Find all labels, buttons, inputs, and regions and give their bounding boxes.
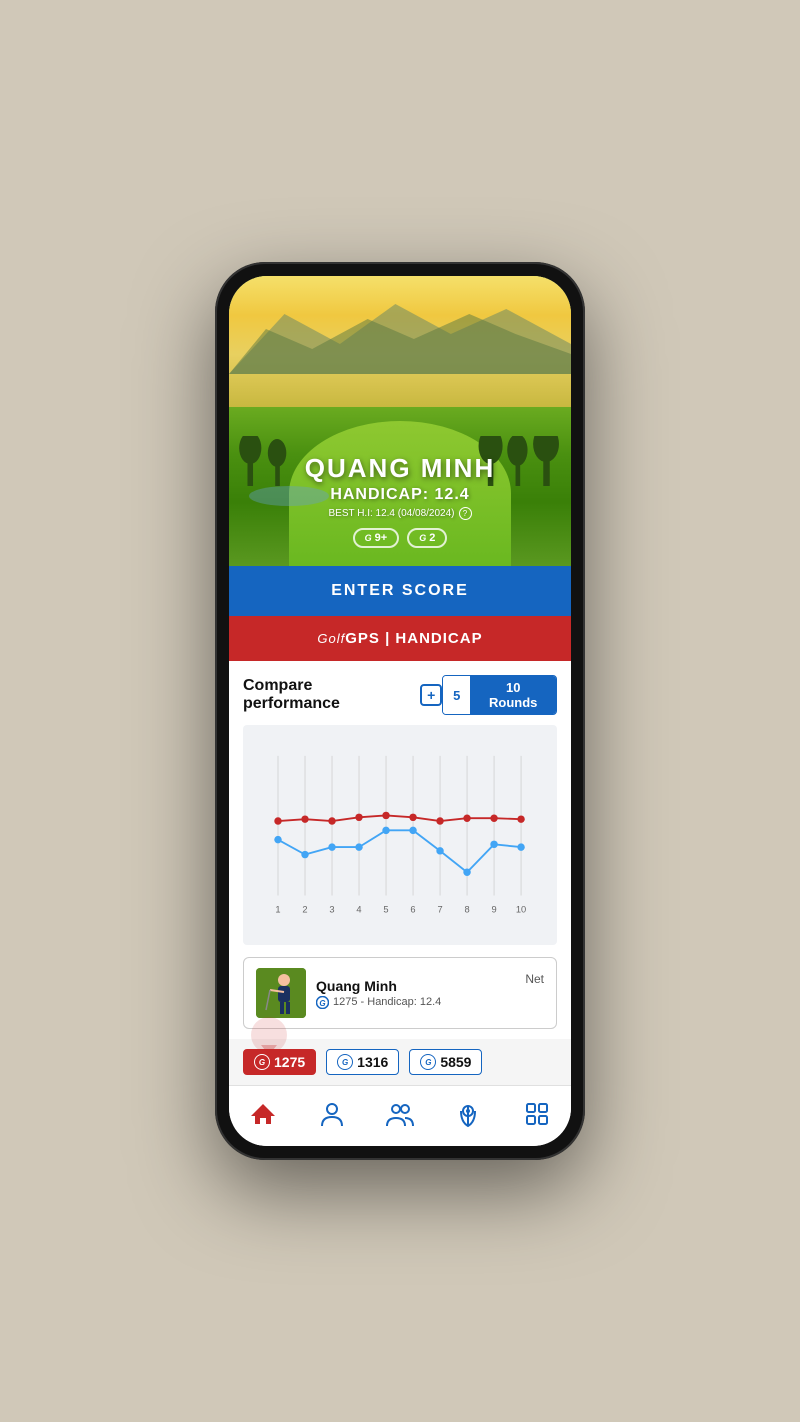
svg-text:3: 3	[329, 904, 334, 914]
player-avatar	[256, 968, 306, 1018]
svg-text:2: 2	[302, 904, 307, 914]
svg-text:7: 7	[437, 904, 442, 914]
badge-icon-g1: G	[365, 533, 372, 543]
badges-row: G 9+ G 2	[305, 528, 495, 548]
grid-icon	[523, 1100, 551, 1128]
gps-label-text: GPS | HANDICAP	[345, 630, 482, 647]
score-chip-1[interactable]: G 1275	[243, 1049, 316, 1075]
svg-text:9: 9	[491, 904, 496, 914]
score-chip-3[interactable]: G 5859	[409, 1049, 482, 1075]
svg-text:4: 4	[356, 904, 361, 914]
rounds-5-button[interactable]: 5	[443, 676, 470, 714]
nav-location[interactable]	[446, 1096, 490, 1132]
compare-title: Compare performance +	[243, 677, 442, 713]
svg-text:6: 6	[410, 904, 415, 914]
g-icon-small: G	[316, 996, 329, 1009]
svg-text:5: 5	[383, 904, 388, 914]
handicap-label: HANDICAP: 12.4	[305, 486, 495, 504]
rounds-toggle: 5 10 Rounds	[442, 675, 557, 715]
nav-home[interactable]	[241, 1096, 285, 1132]
nav-grid[interactable]	[515, 1096, 559, 1132]
location-icon	[454, 1100, 482, 1128]
card-player-detail: G 1275 - Handicap: 12.4	[316, 996, 515, 1009]
score-icon-1: G	[254, 1054, 270, 1070]
svg-text:8: 8	[464, 904, 469, 914]
player-info: Quang Minh G 1275 - Handicap: 12.4	[316, 978, 515, 1009]
chart-svg: 1 2 3 4 5 6 7 8 9 10	[251, 735, 549, 935]
badge-icon-g2: G	[419, 533, 426, 543]
group-icon	[386, 1100, 414, 1128]
home-icon	[249, 1100, 277, 1128]
player-name: QUANG MINH	[305, 453, 495, 484]
svg-text:G: G	[319, 999, 325, 1008]
score-balloon	[251, 1017, 287, 1053]
score-icon-2: G	[337, 1054, 353, 1070]
phone-frame: QUANG MINH HANDICAP: 12.4 BEST H.I: 12.4…	[215, 262, 585, 1160]
best-hi: BEST H.I: 12.4 (04/08/2024) ?	[305, 507, 495, 520]
compare-section: Compare performance + 5 10 Rounds	[229, 661, 571, 1029]
person-icon	[318, 1100, 346, 1128]
hero-section: QUANG MINH HANDICAP: 12.4 BEST H.I: 12.4…	[229, 276, 571, 566]
card-player-name: Quang Minh	[316, 978, 515, 994]
enter-score-button[interactable]: ENTER SCORE	[229, 566, 571, 616]
gps-handicap-button[interactable]: GolfGPS | HANDICAP	[229, 616, 571, 661]
nav-person[interactable]	[310, 1096, 354, 1132]
performance-chart: 1 2 3 4 5 6 7 8 9 10	[243, 725, 557, 945]
gps-brand-text: Golf	[317, 631, 345, 646]
score-bar: G 1275 G 1316 G 5859	[229, 1039, 571, 1085]
player-card: Quang Minh G 1275 - Handicap: 12.4 Net	[243, 957, 557, 1029]
svg-text:1: 1	[275, 904, 280, 914]
badge-9plus: G 9+	[353, 528, 400, 548]
info-icon[interactable]: ?	[459, 507, 472, 520]
compare-header: Compare performance + 5 10 Rounds	[243, 675, 557, 715]
svg-text:10: 10	[516, 904, 526, 914]
nav-group[interactable]	[378, 1096, 422, 1132]
score-chip-2[interactable]: G 1316	[326, 1049, 399, 1075]
hero-text-block: QUANG MINH HANDICAP: 12.4 BEST H.I: 12.4…	[305, 453, 495, 548]
add-compare-button[interactable]: +	[420, 684, 442, 706]
rounds-10-button[interactable]: 10 Rounds	[470, 676, 556, 714]
net-label: Net	[525, 968, 544, 986]
bottom-nav	[229, 1085, 571, 1146]
badge-2: G 2	[407, 528, 447, 548]
phone-screen: QUANG MINH HANDICAP: 12.4 BEST H.I: 12.4…	[229, 276, 571, 1146]
score-icon-3: G	[420, 1054, 436, 1070]
